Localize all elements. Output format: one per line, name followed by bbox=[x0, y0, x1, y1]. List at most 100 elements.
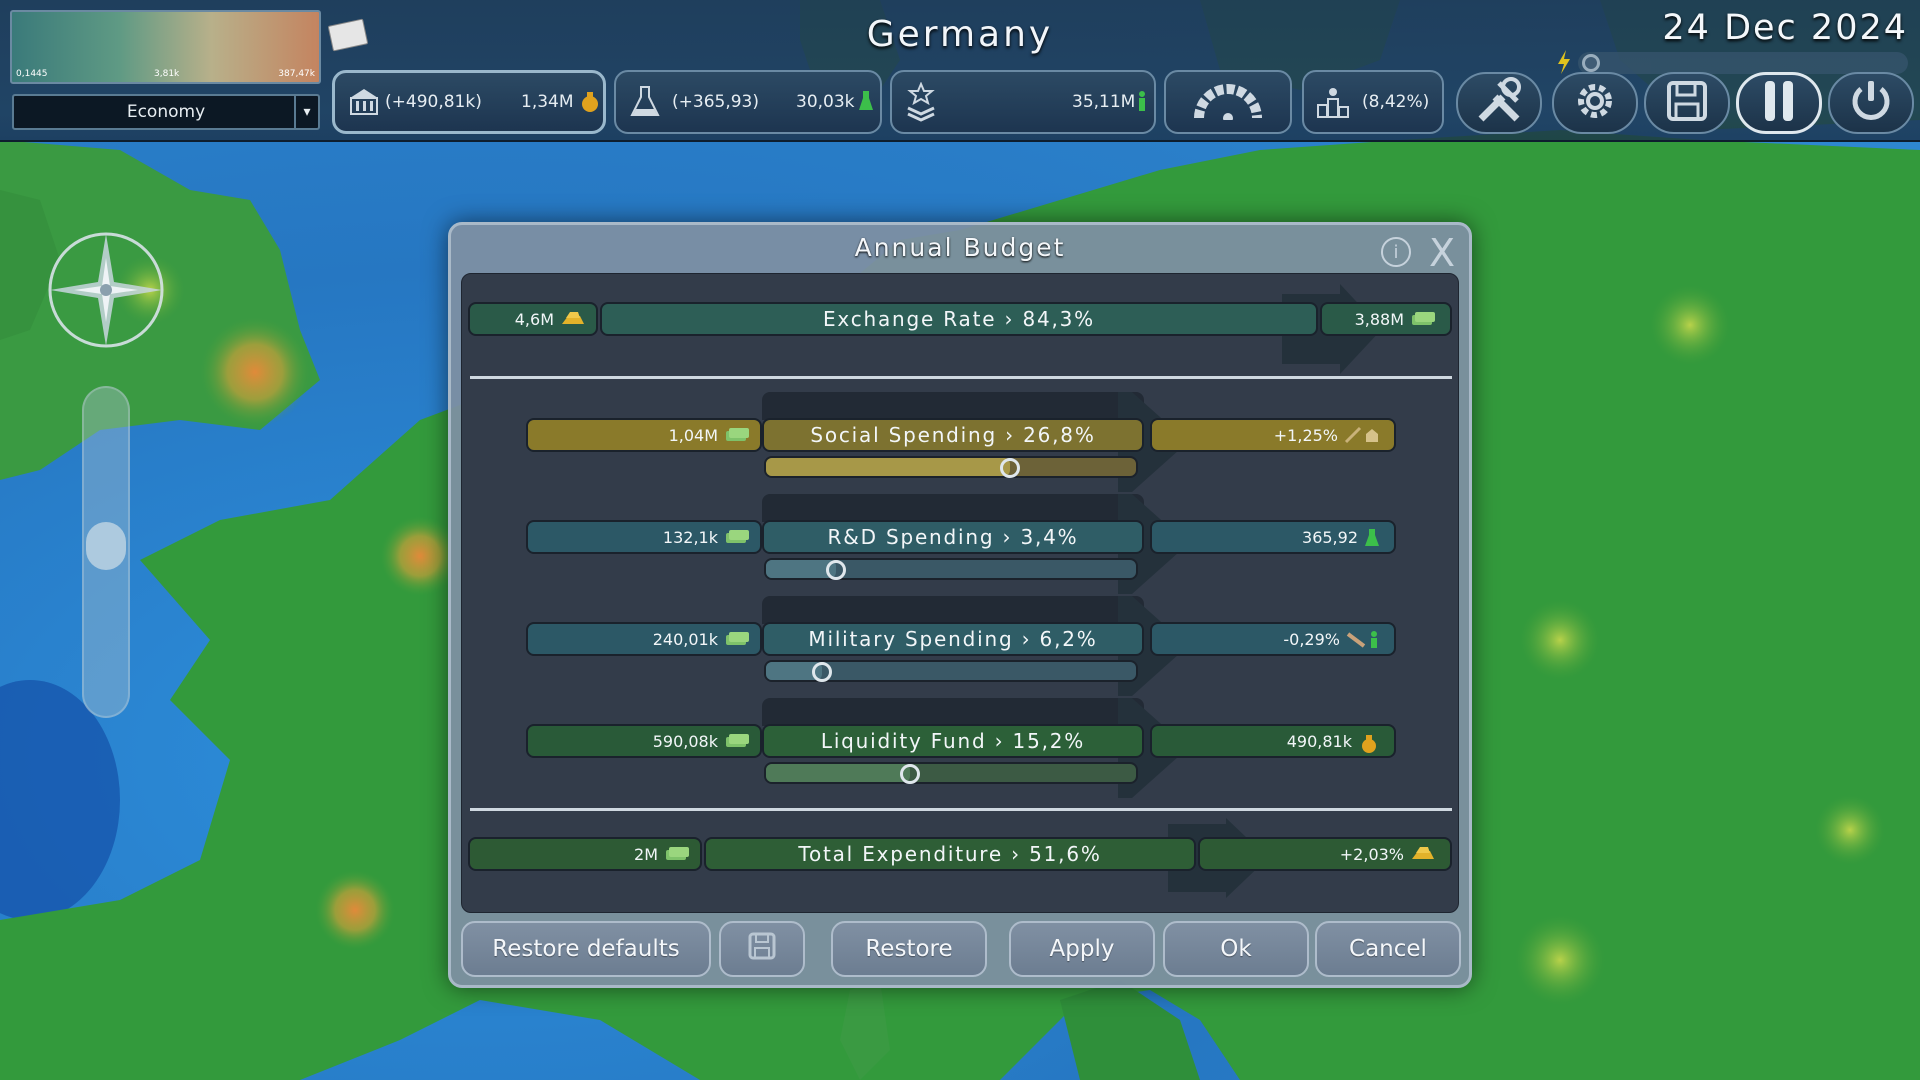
rd-spending-label: R&D Spending › 3,4% bbox=[762, 520, 1144, 554]
cash-icon bbox=[664, 845, 690, 863]
close-icon[interactable]: X bbox=[1429, 231, 1455, 275]
top-bar: 0,1445 3,81k 387,47k Economy ▾ (+490,81k… bbox=[0, 0, 1920, 142]
slider-fill bbox=[766, 458, 1011, 476]
game-date: 24 Dec 2024 bbox=[1662, 8, 1908, 48]
research-total: 30,03k bbox=[796, 92, 855, 112]
country-title: Germany bbox=[866, 14, 1054, 55]
rd-spending-slider[interactable] bbox=[764, 558, 1138, 580]
total-expenditure-row: 2M Total Expenditure › 51,6% +2,03% bbox=[462, 814, 1460, 904]
bank-icon bbox=[345, 83, 383, 121]
military-spending-label: Military Spending › 6,2% bbox=[762, 622, 1144, 656]
military-spending-slider[interactable] bbox=[764, 660, 1138, 682]
gold-bars-icon bbox=[560, 310, 586, 328]
person-icon bbox=[1136, 90, 1148, 117]
save-preset-button[interactable] bbox=[719, 921, 805, 977]
separator bbox=[470, 808, 1452, 811]
map-mode-label: Economy bbox=[126, 102, 206, 122]
chevron-down-icon: ▾ bbox=[294, 96, 318, 128]
research-stat[interactable]: (+365,93) 30,03k bbox=[614, 70, 882, 134]
liquidity-fund-cost: 590,08k bbox=[526, 724, 762, 758]
population-total: 35,11M bbox=[1072, 92, 1136, 112]
money-bag-icon bbox=[579, 89, 601, 118]
effect-icon bbox=[1346, 630, 1380, 648]
effect-icon bbox=[1344, 426, 1380, 444]
slider-knob[interactable] bbox=[826, 560, 847, 580]
rd-spending-row: 132,1k R&D Spending › 3,4% 365,92 bbox=[462, 494, 1460, 594]
pause-button[interactable] bbox=[1736, 72, 1822, 134]
annual-budget-dialog: Annual Budget i X 4,6M Exchange Rate › 8… bbox=[448, 222, 1472, 988]
flask-icon bbox=[626, 83, 664, 121]
floppy-disk-icon bbox=[1666, 80, 1708, 126]
exchange-right-value: 3,88M bbox=[1320, 302, 1452, 336]
cash-icon bbox=[1410, 310, 1436, 328]
total-left-value: 2M bbox=[468, 837, 702, 871]
game-speed-knob[interactable] bbox=[1582, 54, 1600, 72]
military-spending-cost: 240,01k bbox=[526, 622, 762, 656]
effect-icon bbox=[1364, 528, 1380, 546]
cash-icon bbox=[724, 426, 750, 444]
row-tab bbox=[762, 494, 1144, 522]
cash-icon bbox=[724, 630, 750, 648]
quit-button[interactable] bbox=[1828, 72, 1914, 134]
compass-icon[interactable] bbox=[44, 228, 168, 352]
tools-icon bbox=[1473, 75, 1525, 131]
restore-button[interactable]: Restore bbox=[831, 921, 987, 977]
gauge-icon bbox=[1193, 80, 1263, 125]
exchange-rate-label: Exchange Rate › 84,3% bbox=[600, 302, 1318, 336]
military-spending-effect: -0,29% bbox=[1150, 622, 1396, 656]
social-spending-label: Social Spending › 26,8% bbox=[762, 418, 1144, 452]
social-spending-row: 1,04M Social Spending › 26,8% +1,25% bbox=[462, 392, 1460, 492]
liquidity-fund-row: 590,08k Liquidity Fund › 15,2% 490,81k bbox=[462, 698, 1460, 798]
power-icon bbox=[1849, 79, 1893, 127]
stability-gauge-button[interactable] bbox=[1164, 70, 1292, 134]
newspaper-icon[interactable] bbox=[327, 18, 369, 52]
map-legend: 0,1445 3,81k 387,47k bbox=[10, 10, 321, 84]
legend-max: 387,47k bbox=[278, 69, 315, 79]
gold-bars-icon bbox=[1410, 845, 1436, 863]
row-tab bbox=[762, 698, 1144, 726]
game-speed-slider[interactable] bbox=[1578, 52, 1908, 74]
settings-button[interactable] bbox=[1552, 72, 1638, 134]
rd-spending-effect: 365,92 bbox=[1150, 520, 1396, 554]
slider-knob[interactable] bbox=[1000, 458, 1021, 478]
map-mode-select[interactable]: Economy ▾ bbox=[12, 94, 320, 130]
slider-knob[interactable] bbox=[811, 662, 832, 682]
approval-stat[interactable]: (8,42%) bbox=[1302, 70, 1444, 134]
cancel-button[interactable]: Cancel bbox=[1315, 921, 1461, 977]
apply-button[interactable]: Apply bbox=[1009, 921, 1155, 977]
social-spending-slider[interactable] bbox=[764, 456, 1138, 478]
row-tab bbox=[762, 392, 1144, 420]
research-flask-icon bbox=[858, 90, 874, 117]
liquidity-fund-effect: 490,81k bbox=[1150, 724, 1396, 758]
liquidity-fund-slider[interactable] bbox=[764, 762, 1138, 784]
effect-icon bbox=[1358, 732, 1380, 753]
slider-knob[interactable] bbox=[900, 764, 921, 784]
approval-value: (8,42%) bbox=[1362, 92, 1430, 112]
money-total: 1,34M bbox=[521, 92, 574, 112]
separator bbox=[470, 376, 1452, 379]
restore-defaults-button[interactable]: Restore defaults bbox=[461, 921, 711, 977]
info-icon[interactable]: i bbox=[1381, 237, 1411, 267]
exchange-left-value: 4,6M bbox=[468, 302, 598, 336]
cash-icon bbox=[724, 732, 750, 750]
legend-min: 0,1445 bbox=[16, 69, 48, 79]
save-game-button[interactable] bbox=[1644, 72, 1730, 134]
money-delta: (+490,81k) bbox=[385, 92, 482, 112]
money-stat[interactable]: (+490,81k) 1,34M bbox=[332, 70, 606, 134]
gear-icon bbox=[1571, 77, 1619, 129]
population-stat[interactable]: 35,11M bbox=[890, 70, 1156, 134]
military-spending-row: 240,01k Military Spending › 6,2% -0,29% bbox=[462, 596, 1460, 696]
ok-button[interactable]: Ok bbox=[1163, 921, 1309, 977]
dialog-title: Annual Budget bbox=[854, 233, 1066, 262]
research-delta: (+365,93) bbox=[672, 92, 759, 112]
zoom-knob[interactable] bbox=[86, 522, 126, 570]
floppy-disk-icon bbox=[748, 932, 776, 966]
row-tab bbox=[762, 596, 1144, 624]
liquidity-fund-label: Liquidity Fund › 15,2% bbox=[762, 724, 1144, 758]
exchange-rate-row: 4,6M Exchange Rate › 84,3% 3,88M bbox=[462, 274, 1460, 384]
pause-icon bbox=[1759, 79, 1799, 127]
legend-mid: 3,81k bbox=[154, 69, 180, 79]
total-expenditure-label: Total Expenditure › 51,6% bbox=[704, 837, 1196, 871]
tools-button[interactable] bbox=[1456, 72, 1542, 134]
zoom-slider[interactable] bbox=[82, 386, 130, 718]
